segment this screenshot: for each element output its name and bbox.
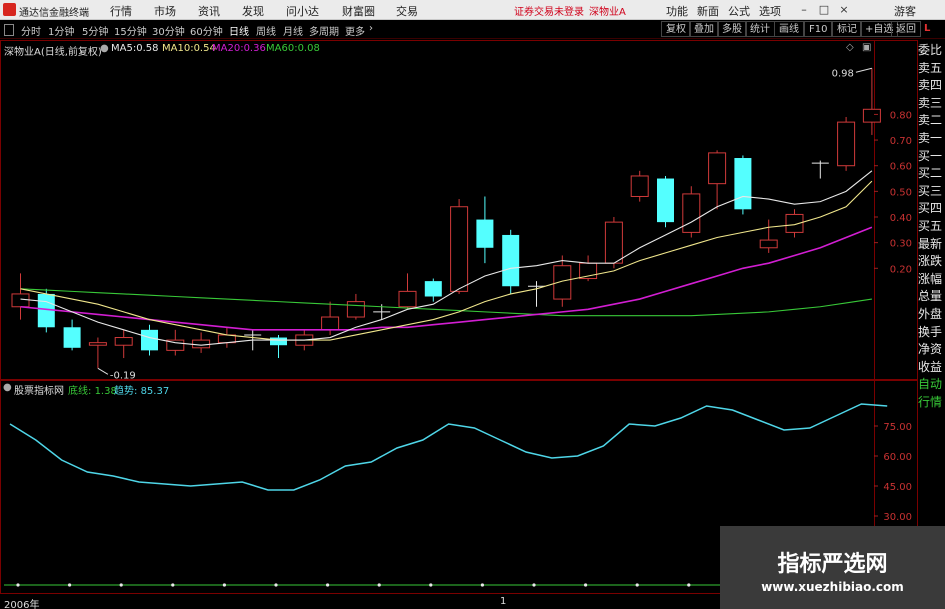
side-panel-item[interactable]: 净资 — [918, 341, 945, 359]
candle-body — [862, 108, 881, 123]
candle-body — [270, 337, 287, 346]
date-axis-start: 2006年 — [4, 600, 40, 609]
candle-body — [114, 337, 133, 346]
baseline-dot — [119, 583, 123, 587]
side-panel-item[interactable]: 买二 — [918, 165, 945, 183]
candle-body — [502, 234, 520, 287]
baseline-dot — [584, 583, 588, 587]
price-tick-label: 0.40 — [890, 213, 912, 224]
candle-body — [682, 193, 701, 233]
watermark-url: www.xuezhibiao.com — [761, 580, 904, 594]
side-panel-item[interactable]: 委比 — [918, 42, 945, 60]
candle-body — [450, 206, 469, 292]
candle-body — [192, 339, 211, 349]
price-tick-label: 0.60 — [890, 162, 912, 173]
candle-body — [734, 158, 752, 210]
candle-body — [63, 327, 81, 348]
baseline-dot — [377, 583, 381, 587]
candle-body — [398, 290, 417, 308]
baseline-dot — [171, 583, 175, 587]
side-panel-item[interactable]: 总量 — [918, 288, 945, 306]
baseline-dot — [532, 583, 536, 587]
side-panel-item[interactable]: 卖四 — [918, 77, 945, 95]
ma60-line — [20, 288, 872, 317]
candle-body — [708, 152, 727, 185]
baseline-dot — [274, 583, 278, 587]
baseline-dot — [429, 583, 433, 587]
low-pointer-line — [97, 367, 109, 375]
candle-body — [141, 329, 158, 351]
side-panel-item[interactable]: 买一 — [918, 148, 945, 166]
side-panel-item[interactable]: 买四 — [918, 200, 945, 218]
watermark-title: 指标严选网 — [777, 552, 888, 577]
price-tick-label: 0.30 — [890, 239, 912, 250]
side-panel-item[interactable]: 卖一 — [918, 130, 945, 148]
baseline-dot — [326, 583, 330, 587]
indicator-tick-label: 75.00 — [883, 422, 912, 433]
candle-body — [88, 342, 107, 346]
candle-body — [321, 316, 340, 331]
date-axis-mark: 1 — [500, 596, 507, 607]
candle-body — [424, 281, 442, 297]
side-panel-item[interactable]: 收益 — [918, 359, 945, 377]
candle-body — [346, 301, 365, 318]
side-panel-item[interactable]: 最新 — [918, 236, 945, 254]
side-panel-item[interactable]: 自动 — [918, 376, 945, 394]
baseline-dot — [635, 583, 639, 587]
price-tick-label: 0.50 — [890, 187, 912, 198]
price-tick-label: 0.80 — [890, 110, 912, 121]
baseline-dot — [16, 583, 20, 587]
indicator-tick-label: 45.00 — [883, 482, 912, 493]
baseline-dot — [222, 583, 226, 587]
quote-side-panel: 委比 卖五 卖四 卖三 卖二 卖一 买一 买二 买三 买四 买五 最新 涨跌 涨幅 总量 外盘 换手 净资 收益 自动… — [918, 42, 945, 411]
side-panel-item[interactable]: 换手 — [918, 324, 945, 342]
side-panel-item[interactable]: 卖二 — [918, 112, 945, 130]
candle-body — [837, 121, 856, 167]
side-panel-item[interactable]: 卖三 — [918, 95, 945, 113]
candle-body — [759, 239, 778, 249]
side-panel-item[interactable]: 行情 — [918, 394, 945, 412]
side-panel-item[interactable]: 涨跌 — [918, 253, 945, 271]
price-tick-label: 0.70 — [890, 136, 912, 147]
low-price-label: -0.19 — [110, 370, 136, 381]
trend-line — [9, 403, 888, 491]
side-panel-item[interactable]: 买三 — [918, 183, 945, 201]
side-panel-item[interactable]: 外盘 — [918, 306, 945, 324]
side-panel-item[interactable]: 买五 — [918, 218, 945, 236]
price-tick-label: 0.20 — [890, 264, 912, 275]
candle-body — [217, 334, 236, 344]
candle-body — [604, 221, 623, 264]
indicator-tick-label: 60.00 — [883, 452, 912, 463]
watermark: 指标严选网 www.xuezhibiao.com — [720, 526, 945, 609]
candle-body — [476, 219, 494, 248]
candle-body — [657, 178, 674, 223]
indicator-tick-label: 30.00 — [883, 512, 912, 523]
baseline-dot — [68, 583, 72, 587]
side-panel-item[interactable]: 涨幅 — [918, 271, 945, 289]
high-price-label: 0.98 — [832, 68, 854, 79]
chart-canvas[interactable]: 0.80 0.70 0.60 0.50 0.40 0.30 0.20 75.00 60.00 4… — [0, 0, 945, 609]
high-pointer-line — [855, 67, 873, 73]
candle-body — [11, 293, 30, 308]
ma20-line — [20, 226, 873, 331]
baseline-dot — [687, 583, 691, 587]
side-panel-item[interactable]: 卖五 — [918, 60, 945, 78]
candle-body — [630, 175, 649, 197]
baseline-dot — [480, 583, 484, 587]
